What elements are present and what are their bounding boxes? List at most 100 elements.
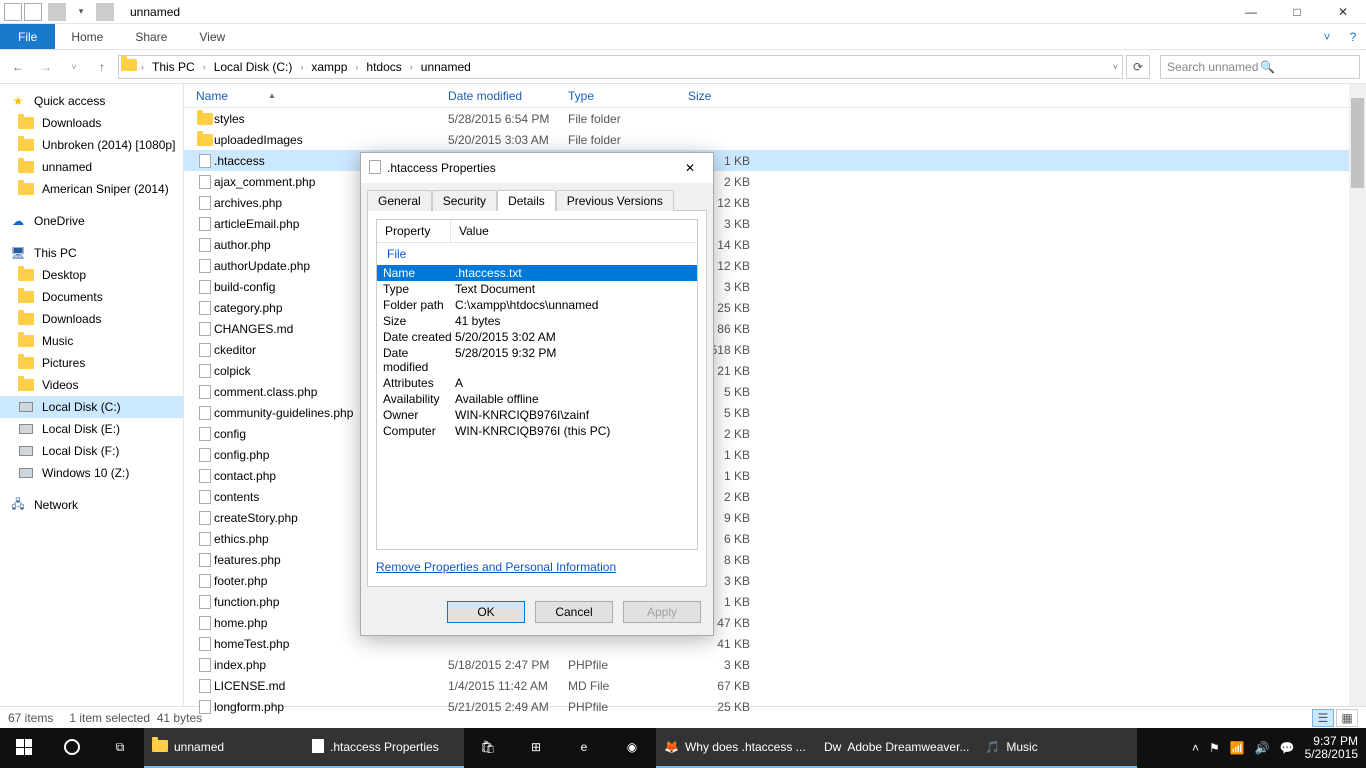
- sidebar-item[interactable]: unnamed: [0, 156, 183, 178]
- this-pc[interactable]: 🖥This PC: [0, 242, 183, 264]
- qat-dropdown[interactable]: ▾: [72, 3, 90, 21]
- sidebar-item[interactable]: Local Disk (E:): [0, 418, 183, 440]
- forward-button[interactable]: →: [34, 55, 58, 79]
- sidebar-item[interactable]: Desktop: [0, 264, 183, 286]
- taskbar-clock[interactable]: 9:37 PM5/28/2015: [1305, 735, 1358, 761]
- ribbon-tab-home[interactable]: Home: [55, 24, 119, 49]
- prop-header-property[interactable]: Property: [377, 220, 451, 242]
- taskbar-item[interactable]: unnamed: [144, 728, 304, 768]
- file-icon: [199, 427, 211, 441]
- column-date[interactable]: Date modified: [448, 84, 568, 107]
- onedrive[interactable]: ☁OneDrive: [0, 210, 183, 232]
- file-row[interactable]: styles5/28/2015 6:54 PMFile folder: [184, 108, 1366, 129]
- sidebar-item[interactable]: Local Disk (F:): [0, 440, 183, 462]
- breadcrumb[interactable]: Local Disk (C:): [210, 60, 297, 74]
- file-row[interactable]: longform.php5/21/2015 2:49 AMPHPfile25 K…: [184, 696, 1366, 717]
- recent-dropdown[interactable]: ˅: [62, 55, 86, 79]
- property-row[interactable]: OwnerWIN-KNRCIQB976I\zainf: [377, 407, 697, 423]
- tray-notifications-icon[interactable]: 💬: [1280, 741, 1295, 755]
- start-button[interactable]: [0, 728, 48, 768]
- sidebar-item[interactable]: Music: [0, 330, 183, 352]
- file-row[interactable]: uploadedImages5/20/2015 3:03 AMFile fold…: [184, 129, 1366, 150]
- property-row[interactable]: AvailabilityAvailable offline: [377, 391, 697, 407]
- dialog-tab[interactable]: Details: [497, 190, 556, 211]
- task-view-button[interactable]: ⧉: [96, 728, 144, 768]
- breadcrumb[interactable]: xampp: [307, 60, 351, 74]
- property-row[interactable]: Date modified5/28/2015 9:32 PM: [377, 345, 697, 375]
- taskbar-item[interactable]: e: [560, 728, 608, 768]
- drive-icon: [18, 443, 34, 459]
- sidebar-item[interactable]: Downloads: [0, 308, 183, 330]
- back-button[interactable]: ←: [6, 55, 30, 79]
- file-row[interactable]: LICENSE.md1/4/2015 11:42 AMMD File67 KB: [184, 675, 1366, 696]
- file-tab[interactable]: File: [0, 24, 55, 49]
- ribbon-expand[interactable]: ˅: [1314, 24, 1340, 49]
- folder-icon: [18, 181, 34, 197]
- ribbon-tab-share[interactable]: Share: [119, 24, 183, 49]
- cancel-button[interactable]: Cancel: [535, 601, 613, 623]
- sidebar-item[interactable]: Videos: [0, 374, 183, 396]
- taskbar-item[interactable]: 🎵Music: [977, 728, 1137, 768]
- file-row[interactable]: index.php5/18/2015 2:47 PMPHPfile3 KB: [184, 654, 1366, 675]
- scrollbar[interactable]: [1349, 84, 1366, 706]
- address-dropdown[interactable]: ˅: [1111, 62, 1120, 72]
- up-button[interactable]: ↑: [90, 55, 114, 79]
- sidebar-item[interactable]: Unbroken (2014) [1080p]: [0, 134, 183, 156]
- column-name[interactable]: Name▲: [196, 84, 448, 107]
- minimize-button[interactable]: —: [1228, 0, 1274, 24]
- property-row[interactable]: Name.htaccess.txt: [377, 265, 697, 281]
- property-row[interactable]: AttributesA: [377, 375, 697, 391]
- remove-properties-link[interactable]: Remove Properties and Personal Informati…: [376, 560, 616, 574]
- file-icon: [199, 616, 211, 630]
- network[interactable]: 🖧Network: [0, 494, 183, 516]
- file-row[interactable]: homeTest.php41 KB: [184, 633, 1366, 654]
- cortana-button[interactable]: [48, 728, 96, 768]
- property-row[interactable]: TypeText Document: [377, 281, 697, 297]
- sidebar-item[interactable]: American Sniper (2014): [0, 178, 183, 200]
- folder-icon: [18, 115, 34, 131]
- dialog-tab[interactable]: Previous Versions: [556, 190, 674, 211]
- dialog-tab[interactable]: General: [367, 190, 432, 211]
- file-icon: [199, 700, 211, 714]
- search-input[interactable]: Search unnamed 🔍: [1160, 55, 1360, 79]
- app-icon: 🦊: [664, 740, 679, 754]
- taskbar-item[interactable]: ◉: [608, 728, 656, 768]
- apply-button[interactable]: Apply: [623, 601, 701, 623]
- taskbar-item[interactable]: DwAdobe Dreamweaver...: [816, 728, 977, 768]
- close-button[interactable]: ✕: [1320, 0, 1366, 24]
- dialog-close-button[interactable]: ✕: [675, 161, 705, 175]
- maximize-button[interactable]: □: [1274, 0, 1320, 24]
- sidebar-item[interactable]: Pictures: [0, 352, 183, 374]
- property-row[interactable]: Folder pathC:\xampp\htdocs\unnamed: [377, 297, 697, 313]
- tray-volume-icon[interactable]: 🔊: [1255, 741, 1270, 755]
- tray-up-icon[interactable]: ˄: [1192, 741, 1199, 755]
- column-type[interactable]: Type: [568, 84, 688, 107]
- refresh-button[interactable]: ⟳: [1126, 55, 1150, 79]
- taskbar-item[interactable]: .htaccess Properties: [304, 728, 464, 768]
- tray-action-icon[interactable]: ⚑: [1209, 741, 1220, 755]
- breadcrumb[interactable]: This PC: [148, 60, 199, 74]
- address-bar[interactable]: › This PC› Local Disk (C:)› xampp› htdoc…: [118, 55, 1123, 79]
- sidebar-item[interactable]: Downloads: [0, 112, 183, 134]
- prop-header-value[interactable]: Value: [451, 220, 497, 242]
- ribbon-tab-view[interactable]: View: [183, 24, 241, 49]
- file-icon: [199, 511, 211, 525]
- property-row[interactable]: Date created5/20/2015 3:02 AM: [377, 329, 697, 345]
- taskbar-item[interactable]: ⊞: [512, 728, 560, 768]
- sidebar-item[interactable]: Windows 10 (Z:): [0, 462, 183, 484]
- column-size[interactable]: Size: [688, 84, 766, 107]
- breadcrumb[interactable]: unnamed: [417, 60, 475, 74]
- property-row[interactable]: Size41 bytes: [377, 313, 697, 329]
- tray-wifi-icon[interactable]: 📶: [1230, 741, 1245, 755]
- dialog-titlebar[interactable]: .htaccess Properties ✕: [361, 153, 713, 183]
- sidebar-item[interactable]: Documents: [0, 286, 183, 308]
- ok-button[interactable]: OK: [447, 601, 525, 623]
- taskbar-item[interactable]: 🦊Why does .htaccess ...: [656, 728, 816, 768]
- quick-access[interactable]: ★Quick access: [0, 90, 183, 112]
- dialog-tab[interactable]: Security: [432, 190, 497, 211]
- property-row[interactable]: ComputerWIN-KNRCIQB976I (this PC): [377, 423, 697, 439]
- help-button[interactable]: ?: [1340, 24, 1366, 49]
- sidebar-item[interactable]: Local Disk (C:): [0, 396, 183, 418]
- taskbar-item[interactable]: 🛍: [464, 728, 512, 768]
- breadcrumb[interactable]: htdocs: [362, 60, 405, 74]
